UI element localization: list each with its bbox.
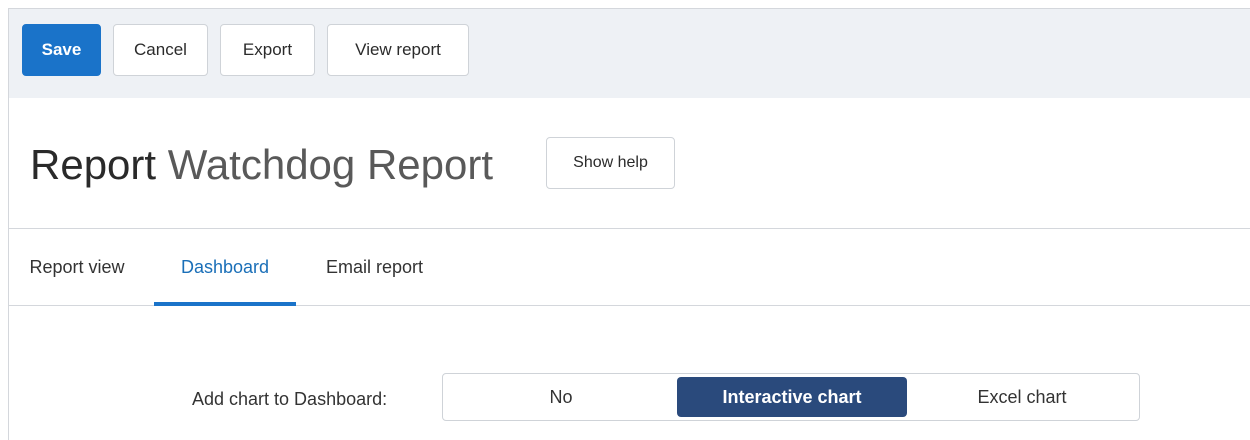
add-chart-label: Add chart to Dashboard: [192, 389, 388, 409]
chart-option-no[interactable]: No [446, 377, 676, 417]
save-button[interactable]: Save [22, 24, 101, 76]
report-tabs: Report view Dashboard Email report [9, 229, 1250, 306]
chart-option-interactive[interactable]: Interactive chart [677, 377, 907, 417]
cancel-button[interactable]: Cancel [113, 24, 208, 76]
tab-dashboard[interactable]: Dashboard [154, 229, 296, 305]
action-toolbar: Save Cancel Export View report [9, 9, 1250, 98]
page-title: Report Watchdog Report [30, 141, 493, 189]
tab-report-view[interactable]: Report view [11, 229, 143, 305]
dashboard-chart-setting: Add chart to Dashboard: No Interactive c… [9, 306, 1250, 440]
view-report-button[interactable]: View report [327, 24, 469, 76]
page-title-prefix: Report [30, 141, 157, 188]
report-name: Watchdog Report [167, 141, 494, 188]
report-editor: Save Cancel Export View report Report Wa… [8, 8, 1250, 440]
chart-option-excel[interactable]: Excel chart [908, 377, 1136, 417]
export-button[interactable]: Export [220, 24, 315, 76]
tab-email-report[interactable]: Email report [306, 229, 443, 305]
chart-type-selector: No Interactive chart Excel chart [442, 373, 1140, 421]
show-help-button[interactable]: Show help [546, 137, 675, 189]
title-section: Report Watchdog Report Show help [9, 98, 1250, 229]
